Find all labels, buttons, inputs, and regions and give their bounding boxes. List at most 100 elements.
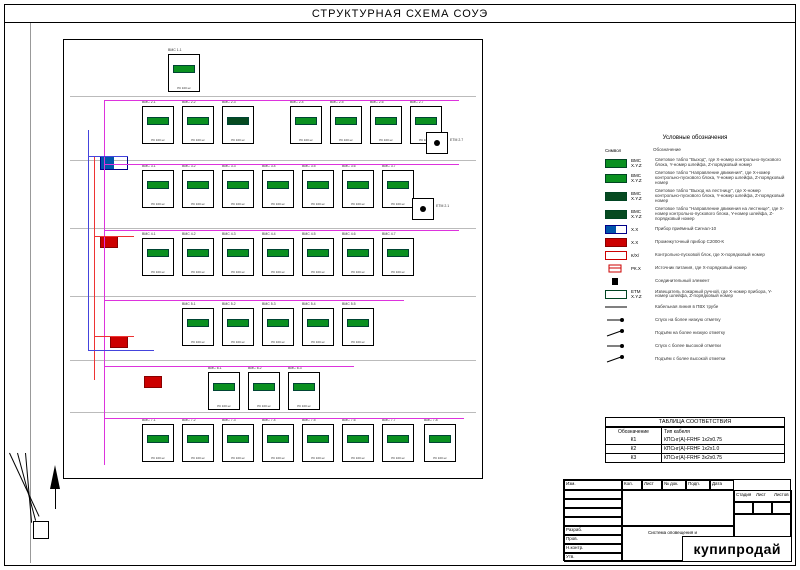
cable-run	[94, 336, 134, 337]
signal-device: РК 100 нс	[208, 372, 240, 410]
exit-sign-icon	[307, 181, 329, 189]
exit-sign-icon	[147, 181, 169, 189]
cable-run	[94, 236, 134, 237]
legend-row: К/X/Контрольно-пусковой блок, где X-поря…	[605, 250, 785, 260]
signal-device: РК 100 нс	[288, 372, 320, 410]
cable-run	[104, 164, 459, 165]
cable-run	[104, 100, 105, 465]
exit-sign-icon	[227, 319, 249, 327]
legend-row: Подъём с более высокой отметки	[605, 354, 785, 364]
exit-sign-icon	[267, 319, 289, 327]
legend-row: ВМС X.Y.ZСветовое табло "Направление дви…	[605, 207, 785, 222]
signal-device: РК 100 нс	[370, 106, 402, 144]
signal-device: РК 100 нс	[330, 106, 362, 144]
exit-sign-icon	[307, 435, 329, 443]
legend-symbol-icon	[605, 251, 627, 260]
legend-symbol-icon	[605, 159, 627, 168]
legend-symbol-icon	[605, 210, 627, 219]
signal-device: РК 100 нс	[222, 238, 254, 276]
signal-device: РК 100 нс	[222, 170, 254, 208]
legend-row: ВМС X.Y.ZСветовое табло "Выход", где X-н…	[605, 158, 785, 168]
exit-sign-icon	[147, 117, 169, 125]
axis-origin-icon	[33, 521, 49, 539]
floor-plan: РК 100 нсВМС 1.1РК 100 нсВМС 2.1РК 100 н…	[63, 39, 483, 479]
exit-sign-icon	[347, 435, 369, 443]
exit-sign-icon	[173, 65, 195, 73]
drawing-title: СТРУКТУРНАЯ СХЕМА СОУЭ	[5, 7, 795, 23]
cable-run	[88, 130, 89, 350]
legend-symbol-icon	[605, 342, 627, 351]
signal-device: РК 100 нс	[222, 308, 254, 346]
exit-sign-icon	[187, 249, 209, 257]
legend-row: X.XПромежуточный прибор С2000-К	[605, 237, 785, 247]
legend-symbol-icon	[605, 303, 627, 312]
signal-device: РК 100 нс	[182, 308, 214, 346]
signal-device: РК 100 нс	[382, 238, 414, 276]
legend-symbol-icon	[605, 277, 627, 286]
control-device	[144, 376, 162, 388]
exit-sign-icon	[387, 249, 409, 257]
signal-device: РК 100 нс	[342, 170, 374, 208]
exit-sign-icon	[147, 435, 169, 443]
signal-device: РК 100 нс	[182, 106, 214, 144]
exit-sign-icon	[335, 117, 357, 125]
table-row: К3КПСнг(А)-FRHF 3х2х0.75	[606, 453, 784, 462]
exit-sign-icon	[227, 181, 249, 189]
signal-device: РК 100 нс	[302, 308, 334, 346]
signal-device: РК 100 нс	[424, 424, 456, 462]
exit-sign-icon	[253, 383, 275, 391]
control-device	[100, 236, 118, 248]
exit-sign-icon	[347, 249, 369, 257]
signal-device: РК 100 нс	[262, 238, 294, 276]
signal-device: РК 100 нс	[182, 424, 214, 462]
cable-run	[88, 350, 154, 351]
legend-row: ЕТМ X.Y.ZИзвещатель пожарный ручной, где…	[605, 289, 785, 299]
exit-sign-icon	[187, 181, 209, 189]
signal-device: РК 100 нс	[168, 54, 200, 92]
legend-row: X.XПрибор приёмный Сигнал-10	[605, 224, 785, 234]
exit-sign-icon	[213, 383, 235, 391]
legend-symbol-icon	[605, 174, 627, 183]
exit-sign-icon	[267, 435, 289, 443]
legend-panel: Условные обозначения Символ Обозначение …	[605, 135, 785, 367]
cable-run	[88, 156, 128, 157]
signal-device: РК 100 нс	[342, 424, 374, 462]
exit-sign-icon	[387, 435, 409, 443]
legend-row: Спуск с более высокой отметки	[605, 341, 785, 351]
exit-sign-icon	[375, 117, 397, 125]
exit-sign-icon	[267, 181, 289, 189]
legend-symbol-icon	[605, 225, 627, 234]
legend-row: Спуск на более низкую отметку	[605, 315, 785, 325]
exit-sign-icon	[293, 383, 315, 391]
manual-call-point	[426, 132, 448, 154]
control-device	[110, 336, 128, 348]
exit-sign-icon	[307, 249, 329, 257]
signal-device: РК 100 нс	[182, 170, 214, 208]
signal-device: РК 100 нс	[142, 106, 174, 144]
signal-device: РК 100 нс	[222, 424, 254, 462]
exit-sign-icon	[347, 181, 369, 189]
signal-device: РК 100 нс	[302, 238, 334, 276]
legend-symbol-icon	[605, 290, 627, 299]
legend-row: ВМС X.Y.ZСветовое табло "Выход на лестни…	[605, 189, 785, 204]
table-row: К2КПСнг(А)-FRHF 1х2х1.0	[606, 444, 784, 453]
exit-sign-icon	[227, 435, 249, 443]
legend-row: РК.XИсточник питания, где X-порядковый н…	[605, 263, 785, 273]
cable-run	[104, 230, 459, 231]
signal-device: РК 100 нс	[302, 170, 334, 208]
signal-device: РК 100 нс	[222, 106, 254, 144]
legend-row: Соединительный элемент	[605, 276, 785, 286]
exit-sign-icon	[415, 117, 437, 125]
signal-device: РК 100 нс	[302, 424, 334, 462]
exit-sign-icon	[387, 181, 409, 189]
signal-device: РК 100 нс	[142, 170, 174, 208]
exit-sign-icon	[147, 249, 169, 257]
exit-sign-icon	[267, 249, 289, 257]
cable-run	[104, 300, 404, 301]
legend-symbol-icon	[605, 355, 627, 364]
cable-run	[104, 100, 459, 101]
legend-title: Условные обозначения	[605, 135, 785, 141]
watermark: купипродай	[682, 536, 792, 562]
legend-symbol-icon	[605, 238, 627, 247]
exit-sign-icon	[187, 319, 209, 327]
